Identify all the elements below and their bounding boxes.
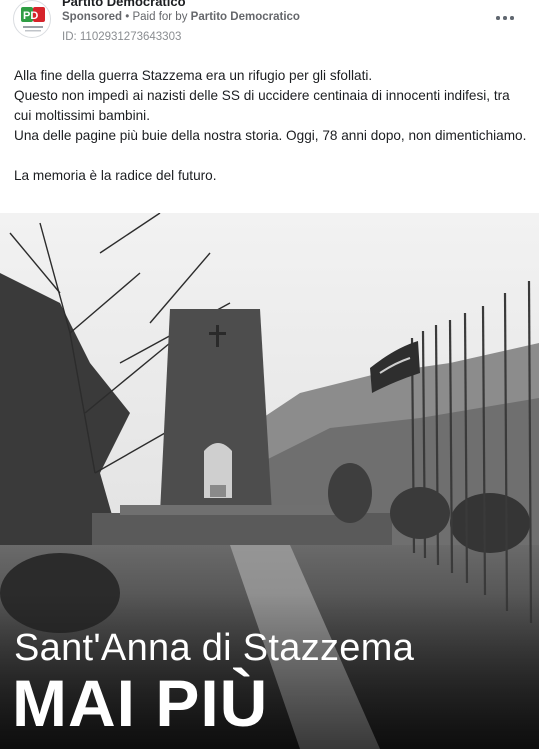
- more-options-button[interactable]: [493, 9, 519, 27]
- sponsored-label: Sponsored: [62, 11, 123, 23]
- logo-text: PD: [23, 10, 38, 22]
- image-headline: MAI PIÙ: [12, 666, 269, 740]
- body-line-3: Una delle pagine più buie della nostra s…: [14, 128, 527, 143]
- post-header: PD Partito Democratico Sponsored • Paid …: [0, 0, 539, 56]
- page-name[interactable]: Partito Democratico: [62, 0, 186, 9]
- paid-prefix: Paid for by: [132, 11, 191, 23]
- meta-separator: •: [122, 11, 133, 23]
- ad-image[interactable]: Sant'Anna di Stazzema MAI PIÙ: [0, 213, 539, 749]
- body-line-2: Questo non impedì ai nazisti delle SS di…: [14, 88, 510, 123]
- more-horizontal-icon: [496, 16, 500, 20]
- paid-by-name[interactable]: Partito Democratico: [191, 11, 300, 23]
- body-line-4: La memoria è la radice del futuro.: [14, 168, 217, 183]
- ad-id: ID: 1102931273643303: [62, 31, 182, 43]
- pd-logo-icon: PD: [21, 7, 45, 32]
- body-line-1: Alla fine della guerra Stazzema era un r…: [14, 68, 373, 83]
- sponsor-line: Sponsored • Paid for by Partito Democrat…: [62, 11, 300, 23]
- image-title: Sant'Anna di Stazzema: [14, 627, 415, 669]
- page-avatar[interactable]: PD: [13, 0, 51, 38]
- post-body: Alla fine della guerra Stazzema era un r…: [14, 66, 529, 186]
